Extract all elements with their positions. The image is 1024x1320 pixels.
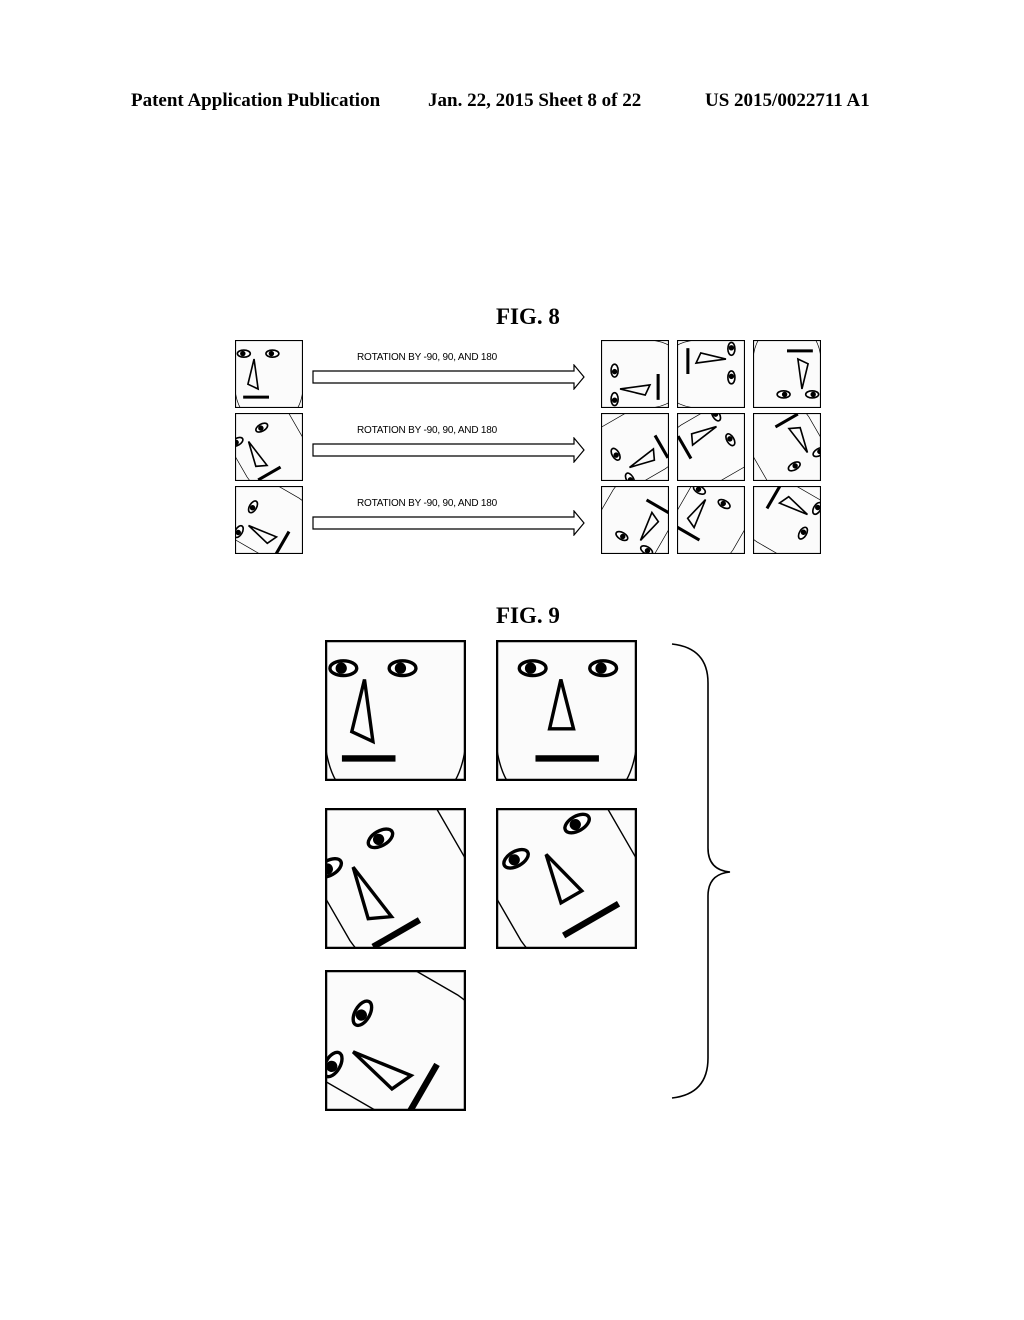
publication-date-sheet: Jan. 22, 2015 Sheet 8 of 22 bbox=[428, 90, 642, 111]
page-header: Patent Application Publication Jan. 22, … bbox=[0, 90, 1024, 114]
left-eye bbox=[236, 349, 252, 358]
fig8-title: FIG. 8 bbox=[496, 304, 560, 329]
fig8-input-face-2 bbox=[235, 413, 303, 481]
publication-number: US 2015/0022711 A1 bbox=[705, 90, 870, 111]
fig8-output-face-1-2 bbox=[677, 340, 745, 408]
left-eye bbox=[328, 659, 359, 678]
rotation-label: ROTATION BY -90, 90, AND 180 bbox=[357, 352, 498, 363]
fig8-input-face-1 bbox=[235, 340, 303, 408]
right-eye bbox=[727, 370, 736, 385]
fig8-output-face-2-3 bbox=[753, 413, 821, 481]
publication-type: Patent Application Publication bbox=[131, 90, 381, 111]
right-arrow-icon bbox=[312, 437, 585, 463]
right-eye bbox=[387, 659, 418, 678]
rotation-label: ROTATION BY -90, 90, AND 180 bbox=[357, 498, 498, 509]
left-eye bbox=[727, 341, 736, 357]
fig9-tilted-face-c bbox=[325, 970, 466, 1111]
fig8-input-face-3 bbox=[235, 486, 303, 554]
fig8-output-face-3-1 bbox=[601, 486, 669, 554]
right-arrow-icon bbox=[312, 364, 585, 390]
right-eye bbox=[776, 390, 791, 399]
grouping-brace bbox=[671, 643, 731, 1099]
right-eye bbox=[610, 363, 619, 378]
fig8-output-face-2-1 bbox=[601, 413, 669, 481]
fig8-output-face-2-2 bbox=[677, 413, 745, 481]
fig9-frontal-face-a bbox=[325, 640, 466, 781]
left-eye bbox=[517, 659, 548, 678]
right-eye bbox=[265, 349, 280, 358]
rotation-label: ROTATION BY -90, 90, AND 180 bbox=[357, 425, 498, 436]
right-arrow-icon bbox=[312, 510, 585, 536]
fig8-output-face-1-3 bbox=[753, 340, 821, 408]
fig9-tilted-face-b bbox=[496, 808, 637, 949]
fig9-frontal-face-b bbox=[496, 640, 637, 781]
fig8-output-face-3-2 bbox=[677, 486, 745, 554]
fig8-output-face-3-3 bbox=[753, 486, 821, 554]
fig8-output-face-1-1 bbox=[601, 340, 669, 408]
right-eye bbox=[588, 659, 619, 678]
left-eye bbox=[804, 390, 820, 399]
fig9-tilted-face-a bbox=[325, 808, 466, 949]
left-eye bbox=[610, 391, 619, 407]
fig9-title: FIG. 9 bbox=[496, 603, 560, 628]
